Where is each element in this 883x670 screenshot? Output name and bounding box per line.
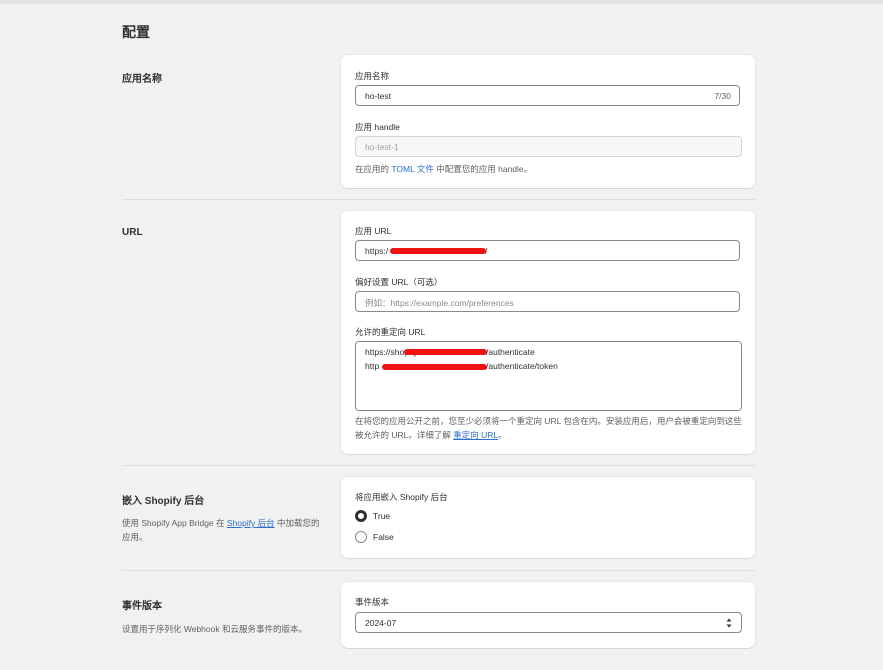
radio-button-unchecked[interactable]	[355, 531, 367, 543]
app-handle-help: 在应用的 TOML 文件 中配置您的应用 handle。	[355, 162, 745, 176]
preferences-url-label: 偏好设置 URL（可选）	[355, 277, 443, 287]
section-title-embed: 嵌入 Shopify 后台	[122, 496, 205, 507]
events-card: 事件版本 2024-07	[341, 582, 755, 648]
app-url-label: 应用 URL	[355, 226, 392, 236]
help-text: 在应用的	[355, 164, 392, 174]
redaction-mark	[382, 364, 487, 370]
section-title-app-name: 应用名称	[122, 74, 162, 85]
embed-field-label: 将应用嵌入 Shopify 后台	[355, 492, 448, 502]
help-text: 中配置您的应用 handle。	[433, 164, 533, 174]
radio-option-true[interactable]: True	[355, 510, 415, 524]
redaction-mark	[404, 349, 487, 355]
app-name-card: 应用名称 ho-test 7/30 应用 handle ho-test-1 在应…	[341, 55, 755, 188]
page-title: 配置	[122, 24, 150, 40]
redaction-mark	[390, 248, 486, 254]
radio-label-false: False	[373, 532, 394, 542]
section-divider	[122, 199, 755, 200]
app-name-input[interactable]: ho-test 7/30	[355, 85, 740, 106]
help-text: 在将您的应用公开之前，您至少必须将一个重定向 URL 包含在内。安装应用后，用户…	[355, 416, 742, 440]
app-name-label: 应用名称	[355, 71, 390, 81]
section-divider	[122, 465, 755, 466]
toml-file-link[interactable]: TOML 文件	[391, 164, 434, 174]
section-title-events: 事件版本	[122, 601, 162, 612]
events-description: 设置用于序列化 Webhook 和云服务事件的版本。	[122, 624, 307, 634]
app-name-char-counter: 7/30	[714, 91, 731, 101]
radio-label-true: True	[373, 511, 391, 521]
app-handle-input: ho-test-1	[355, 136, 742, 157]
redirect-url-line-2-end: /authenticate/token	[486, 361, 558, 371]
preferences-url-placeholder: 例如：https://example.com/preferences	[365, 298, 514, 308]
app-url-value-end: /	[485, 246, 488, 256]
top-edge	[0, 0, 883, 4]
description-text: 使用 Shopify App Bridge 在	[122, 518, 227, 528]
preferences-url-input[interactable]: 例如：https://example.com/preferences	[355, 291, 740, 312]
redirect-urls-textarea[interactable]: https://shopify. /authenticate http /aut…	[355, 341, 742, 411]
radio-button-checked[interactable]	[355, 510, 367, 522]
url-card: 应用 URL https:/ / 偏好设置 URL（可选） 例如：https:/…	[341, 211, 755, 454]
event-version-label: 事件版本	[355, 597, 390, 607]
redirect-url-line-2-start: http	[365, 361, 380, 371]
help-text: 。	[498, 430, 507, 440]
app-url-value-start: https:/	[365, 246, 389, 256]
section-divider	[122, 570, 755, 571]
app-handle-label: 应用 handle	[355, 122, 400, 132]
embed-description: 使用 Shopify App Bridge 在 Shopify 后台 中加载您的…	[122, 516, 322, 544]
redirect-url-line-1-end: /authenticate	[486, 347, 535, 357]
embed-card: 将应用嵌入 Shopify 后台 True False	[341, 477, 755, 558]
redirect-urls-help: 在将您的应用公开之前，您至少必须将一个重定向 URL 包含在内。安装应用后，用户…	[355, 414, 745, 442]
event-version-value: 2024-07	[365, 618, 397, 628]
app-configuration-page: 配置 应用名称 应用名称 ho-test 7/30 应用 handle ho-t…	[0, 0, 883, 670]
redirect-url-learn-more-link[interactable]: 重定向 URL	[453, 430, 498, 440]
redirect-urls-label: 允许的重定向 URL	[355, 327, 426, 337]
app-handle-value: ho-test-1	[365, 142, 399, 152]
app-name-value: ho-test	[365, 91, 391, 101]
event-version-select[interactable]: 2024-07	[355, 612, 742, 633]
radio-option-false[interactable]: False	[355, 531, 415, 545]
app-url-input[interactable]: https:/ /	[355, 240, 740, 261]
section-title-url: URL	[122, 227, 143, 238]
shopify-admin-link[interactable]: Shopify 后台	[227, 518, 275, 528]
select-chevron-icon	[726, 618, 732, 628]
